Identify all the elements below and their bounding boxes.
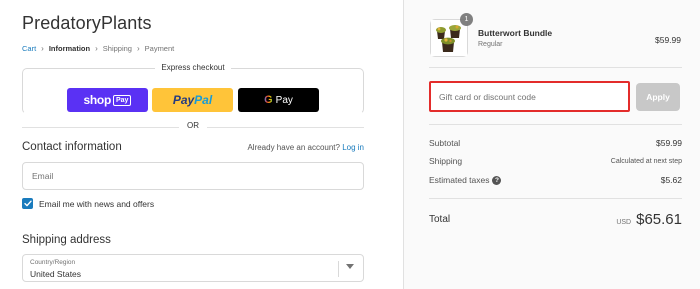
- google-pay-logo: G Pay: [264, 94, 293, 106]
- product-name: Butterwort Bundle: [478, 28, 553, 38]
- apply-discount-button[interactable]: Apply: [636, 83, 680, 111]
- breadcrumb-cart[interactable]: Cart: [22, 44, 36, 53]
- discount-code-input[interactable]: [429, 81, 630, 112]
- order-summary-panel: 1 Butterwort Bundle Regular $59.99 Apply…: [403, 0, 700, 289]
- butterwort-plants-image: [431, 20, 467, 56]
- or-text: OR: [179, 121, 207, 130]
- shipping-section-title: Shipping address: [22, 234, 111, 246]
- divider: [429, 198, 682, 199]
- shop-pay-button[interactable]: shop Pay: [67, 88, 148, 112]
- divider: [429, 67, 682, 68]
- currency-code: USD: [616, 219, 632, 226]
- login-link[interactable]: Log in: [342, 143, 364, 152]
- contact-section-title: Contact information: [22, 141, 122, 153]
- checkmark-icon: [23, 200, 32, 207]
- account-prompt: Already have an account? Log in: [247, 143, 364, 152]
- breadcrumb-separator-icon: ›: [95, 44, 98, 53]
- country-field-label: Country/Region: [30, 259, 76, 266]
- shop-pay-logo-box: Pay: [113, 94, 132, 106]
- breadcrumb: Cart › Information › Shipping › Payment: [22, 44, 174, 53]
- taxes-label: Estimated taxes: [429, 175, 490, 185]
- shop-pay-logo: shop: [83, 93, 112, 107]
- total-label: Total: [429, 214, 451, 225]
- news-offers-option[interactable]: Email me with news and offers: [22, 198, 154, 209]
- breadcrumb-shipping: Shipping: [102, 44, 132, 53]
- quantity-badge: 1: [460, 13, 473, 26]
- paypal-button[interactable]: PayPal: [152, 88, 233, 112]
- total-row: Total USD $65.61: [429, 211, 682, 228]
- subtotal-label: Subtotal: [429, 138, 461, 148]
- help-icon[interactable]: ?: [492, 176, 502, 186]
- or-divider: OR: [22, 121, 364, 133]
- product-thumbnail: 1: [430, 13, 473, 57]
- shipping-row: Shipping Calculated at next step: [429, 156, 682, 166]
- total-value: $65.61: [636, 211, 682, 228]
- express-checkout-title: Express checkout: [155, 63, 231, 72]
- divider: [429, 124, 682, 125]
- product-variant: Regular: [478, 41, 503, 48]
- store-logo[interactable]: PredatoryPlants: [22, 13, 152, 34]
- product-price: $59.99: [655, 35, 681, 45]
- country-value: United States: [30, 269, 82, 279]
- breadcrumb-payment: Payment: [144, 44, 175, 53]
- taxes-row: Estimated taxes? $5.62: [429, 175, 682, 186]
- taxes-value: $5.62: [660, 175, 682, 186]
- country-select[interactable]: Country/Region United States: [22, 254, 364, 282]
- news-offers-checkbox[interactable]: [22, 198, 33, 209]
- breadcrumb-separator-icon: ›: [41, 44, 44, 53]
- breadcrumb-information: Information: [48, 44, 91, 53]
- chevron-down-icon: [346, 264, 354, 269]
- google-g-icon: G: [264, 94, 273, 106]
- checkout-main-panel: PredatoryPlants Cart › Information › Shi…: [0, 0, 403, 289]
- subtotal-row: Subtotal $59.99: [429, 138, 682, 148]
- google-pay-button[interactable]: G Pay: [238, 88, 319, 112]
- shipping-value: Calculated at next step: [610, 157, 682, 165]
- paypal-logo: PayPal: [172, 93, 213, 107]
- shipping-label: Shipping: [429, 156, 463, 166]
- breadcrumb-separator-icon: ›: [136, 44, 140, 53]
- subtotal-value: $59.99: [656, 138, 682, 148]
- email-field[interactable]: [22, 162, 364, 190]
- news-offers-label: Email me with news and offers: [39, 198, 155, 209]
